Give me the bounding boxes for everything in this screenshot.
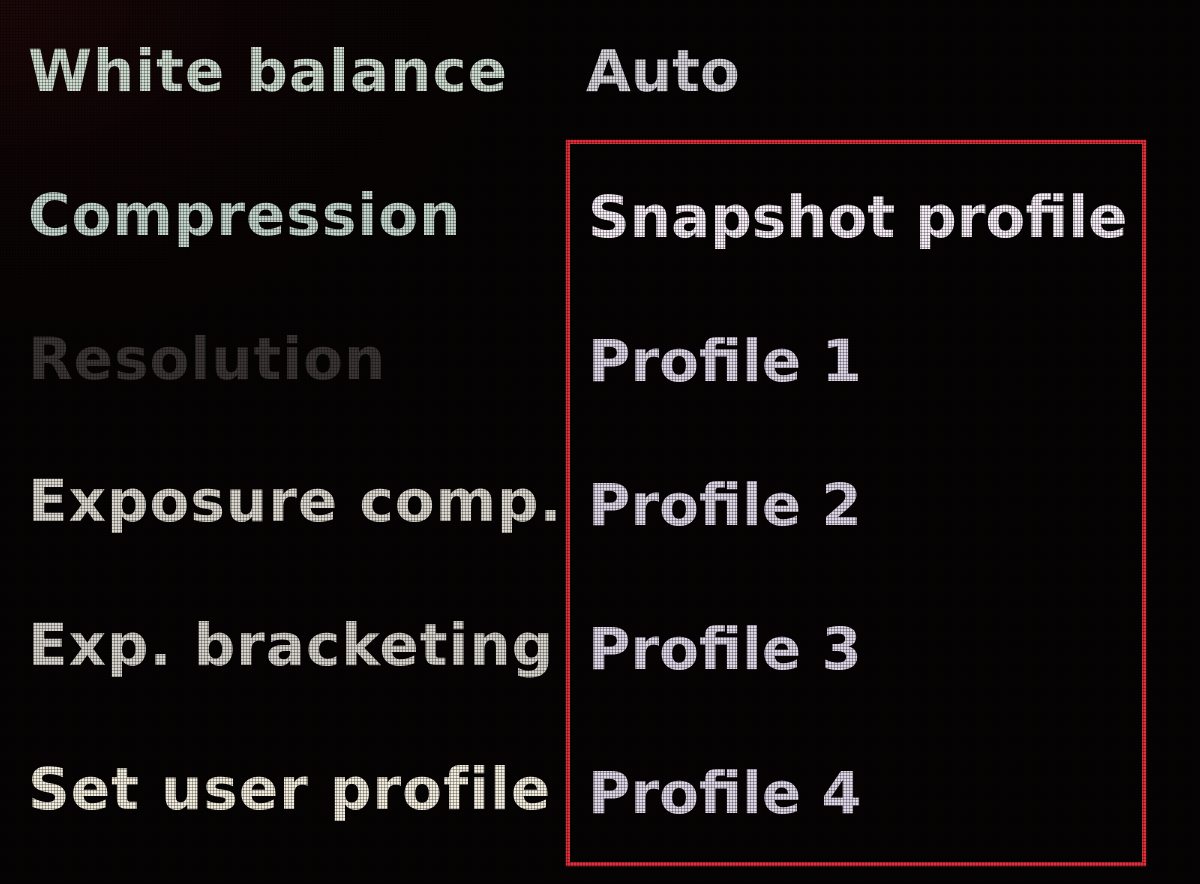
white-balance-value[interactable]: Auto (586, 42, 740, 100)
menu-item-white-balance[interactable]: White balance (28, 42, 508, 100)
menu-item-exposure-comp[interactable]: Exposure comp. (28, 472, 563, 530)
dropdown-option-profile-4[interactable]: Profile 4 (588, 764, 862, 822)
menu-item-resolution: Resolution (28, 325, 387, 393)
menu-item-set-user-profile[interactable]: Set user profile (28, 760, 551, 818)
menu-item-compression[interactable]: Compression (28, 186, 461, 244)
profile-dropdown: Snapshot profile Profile 1 Profile 2 Pro… (566, 140, 1146, 866)
dropdown-option-profile-1[interactable]: Profile 1 (588, 332, 862, 390)
dropdown-option-profile-3[interactable]: Profile 3 (588, 620, 862, 678)
dropdown-option-snapshot-profile[interactable]: Snapshot profile (588, 188, 1127, 246)
menu-item-exp-bracketing[interactable]: Exp. bracketing (28, 616, 554, 674)
dropdown-option-profile-2[interactable]: Profile 2 (588, 476, 862, 534)
